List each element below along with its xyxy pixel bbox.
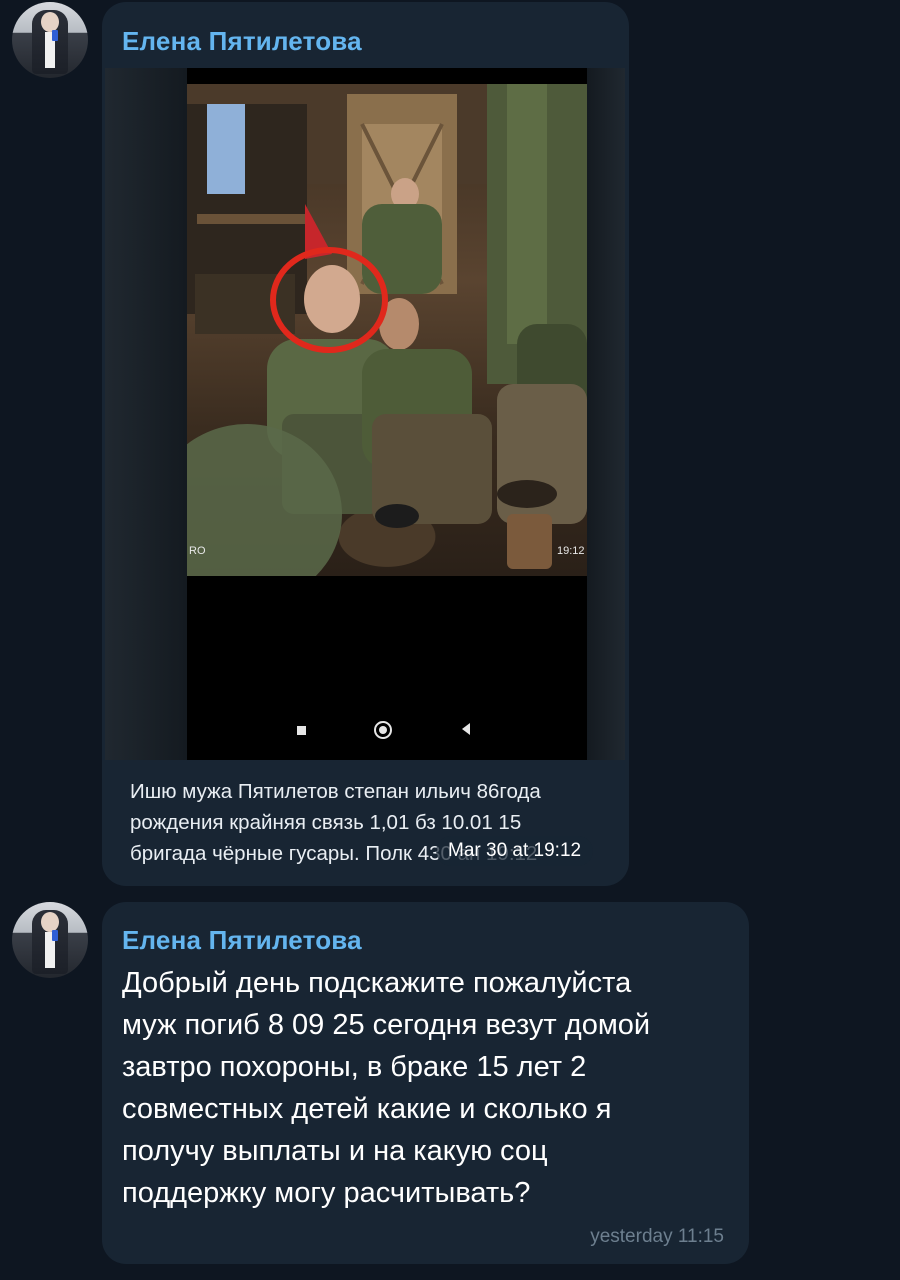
avatar-phone [52, 30, 58, 41]
message-line: получу выплаты и на какую соц [122, 1135, 548, 1167]
message-line: завтро похороны, в браке 15 лет 2 [122, 1051, 587, 1083]
nav-back-icon [462, 723, 470, 735]
message-line: муж погиб 8 09 25 сегодня везут домой [122, 1009, 651, 1041]
photo-image: RO 19:12 [187, 84, 587, 576]
sender-name[interactable]: Елена Пятилетова [122, 925, 362, 956]
caption-line: Ишю мужа Пятилетов степан ильич 86года [130, 780, 541, 803]
message-line: Добрый день подскажите пожалуйста [122, 967, 632, 999]
message-text: Добрый день подскажите пожалуйста муж по… [122, 962, 732, 1214]
message-time: Mar 30 at 19:12 [436, 836, 594, 866]
avatar-face [41, 12, 59, 32]
nav-home-icon [374, 721, 392, 739]
avatar-face [41, 912, 59, 932]
photo-scene [187, 84, 587, 576]
avatar-phone [52, 930, 58, 941]
caption-line: рождения крайняя связь 1,01 бз 10.01 15 [130, 811, 522, 834]
message-line: совместных детей какие и сколько я [122, 1093, 612, 1125]
nav-recent-icon [297, 726, 306, 735]
photo-left-edge [105, 68, 187, 760]
message-line: поддержку могу расчитывать? [122, 1177, 531, 1209]
phone-screenshot: RO 19:12 [187, 68, 587, 760]
sender-avatar[interactable] [12, 2, 88, 78]
photo-right-edge [587, 68, 625, 760]
message-time: yesterday 11:15 [590, 1226, 724, 1247]
android-nav-bar [187, 708, 587, 760]
photo-time-label: 19:12 [557, 545, 585, 557]
sender-avatar[interactable] [12, 902, 88, 978]
photo-left-label: RO [189, 545, 206, 557]
sender-name[interactable]: Елена Пятилетова [122, 26, 362, 57]
photo-attachment[interactable]: RO 19:12 [105, 68, 625, 760]
